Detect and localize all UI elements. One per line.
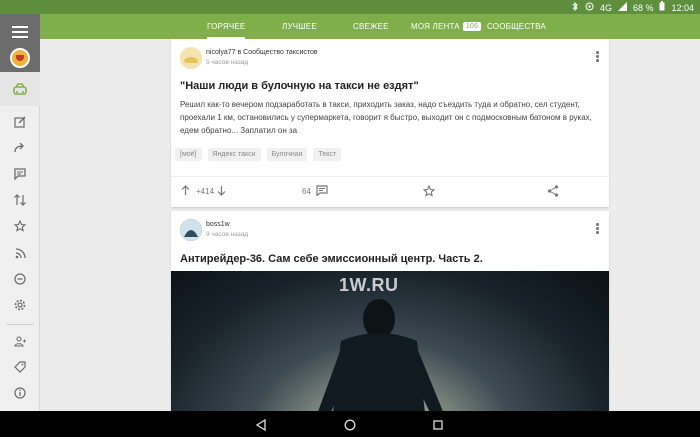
signal-icon [617,1,627,14]
back-icon[interactable] [255,418,267,432]
downvote-icon[interactable] [217,185,226,198]
info-icon[interactable] [0,382,40,404]
sidebar-header [0,14,40,72]
tag-chip[interactable]: Булочная [266,148,308,161]
comment-icon[interactable] [316,185,328,198]
tag-chip[interactable]: [моё] [175,148,202,161]
logo-icon[interactable] [10,48,30,68]
network-type: 4G [599,2,612,13]
menu-icon[interactable] [12,26,28,38]
android-nav-bar [0,411,700,437]
tab-my-feed-label: МОЯ ЛЕНТА [411,22,460,31]
share-icon[interactable] [547,185,559,199]
tag-chip[interactable]: Яндекс такси [207,148,261,161]
bluetooth-icon [572,1,579,14]
post-excerpt[interactable]: Решил как-то вечером подзаработать в так… [180,98,600,137]
tab-hot[interactable]: ГОРЯЧЕЕ [207,14,246,39]
tag-chip[interactable]: Текст [313,148,342,161]
battery-icon [659,1,665,14]
share-icon[interactable] [0,137,40,159]
status-bar: 4G 68 % 12:04 [0,0,700,14]
post-tags: [моё] Яндекс такси Булочная Текст [175,148,342,161]
post-time: 5 часов назад [206,59,249,66]
more-icon[interactable] [596,51,599,63]
post-author[interactable]: nicolya77 в Сообщество таксистов [206,49,318,56]
tab-communities[interactable]: СООБЩЕСТВА [487,14,546,39]
more-icon[interactable] [596,223,599,235]
sort-icon[interactable] [0,189,40,211]
post-card: boss1w 9 часов назад Антирейдер-36. Сам … [171,211,609,411]
sidebar-divider [6,324,34,325]
upvote-icon[interactable] [181,185,190,198]
avatar[interactable] [180,47,202,69]
comments-icon[interactable] [0,163,40,185]
star-icon[interactable] [0,215,40,237]
tab-fresh[interactable]: СВЕЖЕЕ [353,14,389,39]
rating: +414 [196,187,215,196]
post-author[interactable]: boss1w [206,221,230,228]
feed[interactable]: nicolya77 в Сообщество таксистов 5 часов… [40,39,700,411]
figure-silhouette [318,299,443,411]
alarm-icon [585,2,594,14]
home-icon[interactable] [0,78,40,100]
save-star-icon[interactable] [422,184,436,199]
settings-icon[interactable] [0,294,40,316]
post-card: nicolya77 в Сообщество таксистов 5 часов… [171,39,609,207]
my-feed-badge: 106 [462,22,482,32]
tag-icon[interactable] [0,356,40,378]
tabs-bar: ГОРЯЧЕЕ ЛУЧШЕЕ СВЕЖЕЕ МОЯ ЛЕНТА 106 СООБЩ… [40,14,700,39]
sidebar [0,14,40,411]
comments-count[interactable]: 64 [302,187,311,196]
home-circle-icon[interactable] [344,418,356,431]
battery-percent: 68 % [632,2,654,13]
avatar[interactable] [180,219,202,241]
tab-best[interactable]: ЛУЧШЕЕ [282,14,317,39]
edit-icon[interactable] [0,111,40,133]
post-title[interactable]: "Наши люди в булочную на такси не ездят" [180,80,419,92]
minus-icon[interactable] [0,268,40,290]
users-icon[interactable] [0,330,40,352]
rss-icon[interactable] [0,242,40,264]
recents-icon[interactable] [432,418,444,430]
post-title[interactable]: Антирейдер-36. Сам себе эмиссионный цент… [180,253,483,265]
post-time: 9 часов назад [206,231,249,238]
tab-my-feed[interactable]: МОЯ ЛЕНТА 106 [411,14,482,39]
post-image[interactable]: 1W.RU [171,271,609,411]
post-actions: +414 64 [171,176,609,206]
sidebar-item-home[interactable] [0,72,40,106]
clock: 12:04 [671,2,694,13]
